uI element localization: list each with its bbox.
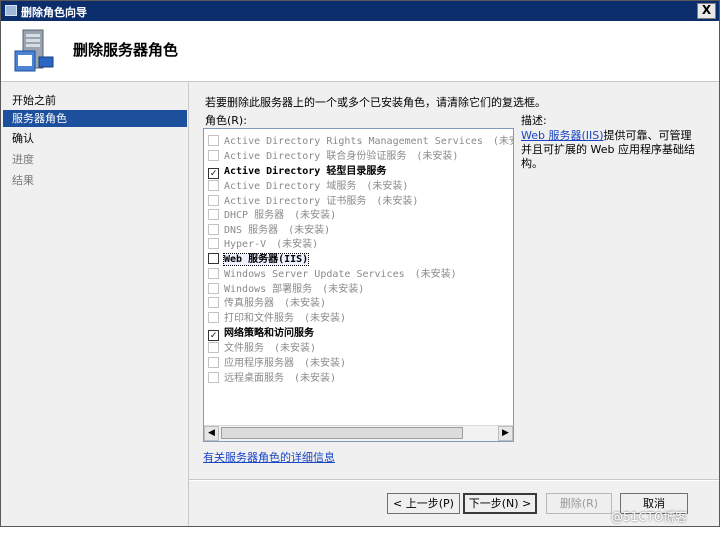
role-row[interactable]: 远程桌面服务 (未安装)	[208, 372, 336, 386]
role-checkbox[interactable]	[208, 357, 219, 368]
role-row[interactable]: 应用程序服务器 (未安装)	[208, 357, 346, 371]
nav-item-confirmation[interactable]: 确认	[3, 130, 187, 147]
role-row[interactable]: Active Directory Rights Management Servi…	[208, 135, 513, 149]
horizontal-scrollbar[interactable]: ◀ ▶	[204, 425, 513, 441]
nav-item-results: 结果	[12, 174, 34, 187]
role-row[interactable]: 文件服务 (未安装)	[208, 342, 316, 356]
role-checkbox[interactable]	[208, 224, 219, 235]
role-checkbox[interactable]	[208, 283, 219, 294]
role-checkbox[interactable]	[208, 180, 219, 191]
window-title: 删除角色向导	[21, 6, 87, 19]
scroll-right-icon[interactable]: ▶	[498, 426, 513, 441]
role-row[interactable]: Active Directory 域服务 (未安装)	[208, 180, 408, 194]
scroll-thumb[interactable]	[221, 427, 463, 439]
role-checkbox[interactable]	[208, 150, 219, 161]
role-row[interactable]: Windows Server Update Services (未安装)	[208, 268, 457, 282]
watermark: @51CTO博客	[611, 510, 688, 524]
role-row[interactable]: 传真服务器 (未安装)	[208, 297, 326, 311]
description-label: 描述:	[521, 114, 547, 127]
description-text: Web 服务器(IIS)提供可靠、可管理并且可扩展的 Web 应用程序基础结构。	[521, 129, 701, 171]
role-row[interactable]: DHCP 服务器 (未安装)	[208, 209, 336, 223]
role-checkbox[interactable]	[208, 342, 219, 353]
role-checkbox[interactable]	[208, 372, 219, 383]
close-button[interactable]: X	[697, 3, 716, 19]
window-icon	[5, 5, 17, 16]
role-checkbox[interactable]	[208, 209, 219, 220]
wizard-window: 删除角色向导 X 删除服务器角色 开始之前 服务器角色 确认 进度 结果 若要删…	[0, 0, 720, 527]
remove-button: 删除(R)	[546, 493, 612, 514]
role-checkbox[interactable]: ✓	[208, 168, 219, 179]
role-checkbox[interactable]	[208, 253, 219, 264]
server-icon	[14, 29, 54, 72]
role-checkbox[interactable]	[208, 195, 219, 206]
footer-divider	[189, 479, 719, 481]
page-title: 删除服务器角色	[73, 41, 179, 59]
role-row[interactable]: Web 服务器(IIS)	[208, 253, 318, 267]
more-info-link[interactable]: 有关服务器角色的详细信息	[203, 449, 335, 465]
back-button[interactable]: < 上一步(P)	[387, 493, 460, 514]
role-row[interactable]: Active Directory 联合身份验证服务 (未安装)	[208, 150, 458, 164]
role-row[interactable]: Hyper-V (未安装)	[208, 238, 318, 252]
role-checkbox[interactable]: ✓	[208, 330, 219, 341]
next-button[interactable]: 下一步(N) >	[463, 493, 537, 514]
role-row[interactable]: 打印和文件服务 (未安装)	[208, 312, 346, 326]
roles-list[interactable]: Active Directory Rights Management Servi…	[203, 128, 514, 442]
wizard-nav: 开始之前 服务器角色 确认 进度 结果	[1, 82, 189, 526]
description-link[interactable]: Web 服务器(IIS)	[521, 129, 604, 142]
roles-label: 角色(R):	[205, 114, 247, 127]
role-row[interactable]: Windows 部署服务 (未安装)	[208, 283, 364, 297]
role-checkbox[interactable]	[208, 238, 219, 249]
title-bar: 删除角色向导 X	[1, 1, 719, 21]
nav-item-server-roles[interactable]: 服务器角色	[3, 110, 187, 127]
role-row[interactable]: ✓ Active Directory 轻型目录服务	[208, 165, 396, 179]
role-row[interactable]: DNS 服务器 (未安装)	[208, 224, 330, 238]
role-row[interactable]: Active Directory 证书服务 (未安装)	[208, 195, 418, 209]
role-checkbox[interactable]	[208, 312, 219, 323]
role-checkbox[interactable]	[208, 297, 219, 308]
nav-item-progress: 进度	[12, 153, 34, 166]
role-checkbox[interactable]	[208, 135, 219, 146]
wizard-header: 删除服务器角色	[1, 21, 719, 82]
nav-item-before-you-begin[interactable]: 开始之前	[3, 92, 187, 109]
instruction-text: 若要删除此服务器上的一个或多个已安装角色，请清除它们的复选框。	[205, 96, 546, 109]
scroll-left-icon[interactable]: ◀	[204, 426, 219, 441]
role-checkbox[interactable]	[208, 268, 219, 279]
role-row[interactable]: ✓ 网络策略和访问服务	[208, 327, 324, 341]
